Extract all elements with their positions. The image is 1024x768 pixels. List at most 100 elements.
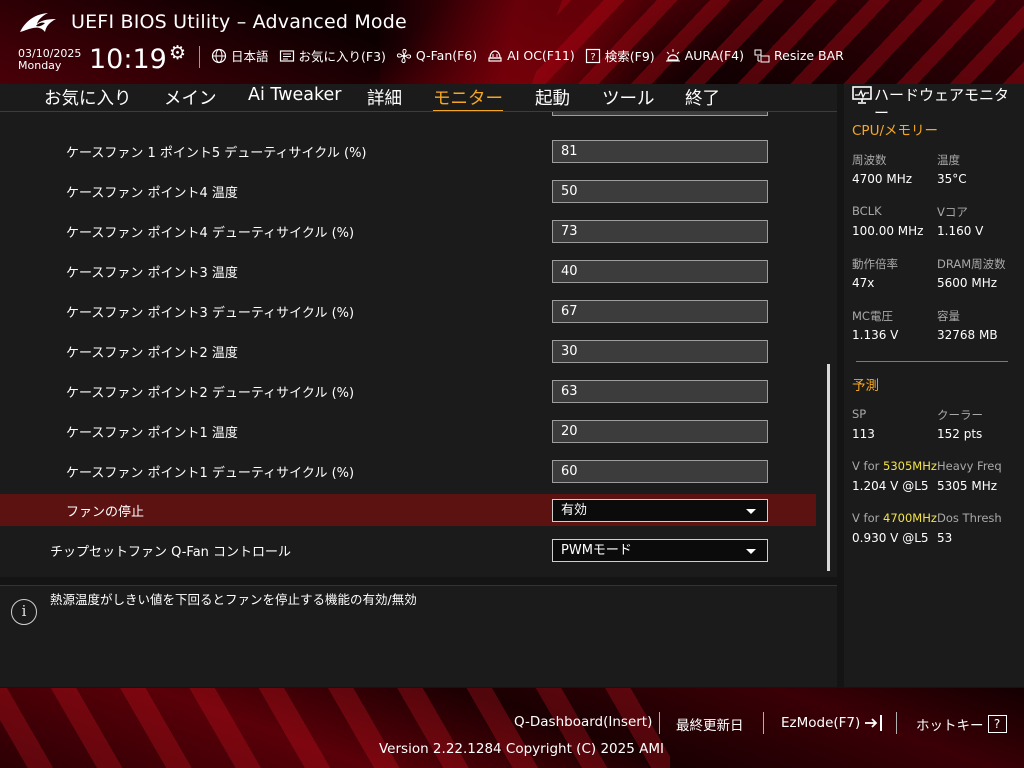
tab-favorites[interactable]: お気に入り [44,85,132,110]
setting-value-input[interactable]: 73 [552,219,768,243]
hw-value: 0.930 V @L5 [852,531,929,545]
select-value: PWMモード [561,542,632,558]
ai-oc-label: AI OC(F11) [507,48,575,63]
hw-value: 152 pts [937,427,983,441]
favorites-label: お気に入り(F3) [298,49,386,64]
tab-tool[interactable]: ツール [602,85,655,110]
hw-label: 容量 [937,309,960,323]
hotkeys-button[interactable]: ホットキー ? [916,714,1007,734]
version-text: Version 2.22.1284 Copyright (C) 2025 AMI [379,741,664,757]
hw-value: 113 [852,427,875,441]
setting-value-input[interactable]: 30 [552,339,768,363]
setting-row[interactable]: ケースファン ポイント4 デューティサイクル (%) 73 [0,215,816,247]
setting-label: ケースファン ポイント3 デューティサイクル (%) [66,305,355,321]
hw-label: Dos Thresh [937,511,1002,525]
resize-bar-icon [754,48,770,64]
exit-arrow-icon [865,715,883,731]
info-icon: i [11,599,37,625]
setting-row-fan-stop[interactable]: ファンの停止 有効 [0,494,816,526]
setting-row[interactable]: ケースファン ポイント3 デューティサイクル (%) 67 [0,295,816,327]
setting-value-input[interactable]: 67 [552,299,768,323]
setting-value-input[interactable]: 50 [552,179,768,203]
setting-value-input[interactable]: 20 [552,419,768,443]
search-icon: ? [585,48,601,64]
tab-ai-tweaker[interactable]: Ai Tweaker [248,85,341,105]
tab-exit[interactable]: 終了 [685,85,720,110]
rog-logo-icon [20,13,56,32]
tab-boot[interactable]: 起動 [535,85,570,110]
setting-row[interactable]: ケースファン 1 ポイント5 デューティサイクル (%) 81 [0,135,816,167]
clock-display: 10:19 [89,44,167,75]
setting-row[interactable]: ケースファン ポイント1 温度 20 [0,415,816,447]
tab-advanced[interactable]: 詳細 [367,85,402,110]
setting-value-input[interactable]: 40 [552,259,768,283]
ezmode-label: EzMode(F7) [781,715,861,731]
hw-label: DRAM周波数 [937,257,1006,271]
main-tabs: お気に入り メイン Ai Tweaker 詳細 モニター 起動 ツール 終了 [0,84,837,112]
hw-value: 100.00 MHz [852,224,924,238]
setting-label: ケースファン ポイント1 温度 [66,425,238,441]
settings-scrollbar[interactable] [827,364,830,571]
tab-monitor[interactable]: モニター [433,85,503,112]
hw-label: BCLK [852,204,882,218]
setting-value-input[interactable]: 81 [552,139,768,163]
footer-divider [763,712,764,734]
language-button[interactable]: 日本語 [211,46,269,65]
chipset-fan-select[interactable]: PWMモード [552,538,768,562]
hw-label-v-for-4700: V for 4700MHz [852,511,937,525]
setting-value-input[interactable]: 63 [552,379,768,403]
setting-label: ケースファン ポイント1 デューティサイクル (%) [66,465,355,481]
app-title: UEFI BIOS Utility – Advanced Mode [71,11,407,33]
fan-stop-select[interactable]: 有効 [552,498,768,522]
footer-divider [896,712,897,734]
setting-label: ケースファン ポイント4 デューティサイクル (%) [66,225,355,241]
fan-icon [396,48,412,64]
chevron-down-icon [746,548,756,554]
favorites-icon [279,48,295,64]
hw-label: Heavy Freq [937,459,1002,473]
qfan-label: Q-Fan(F6) [415,48,478,63]
settings-list: ケースファン 1 ポイント5 デューティサイクル (%) 81 ケースファン ポ… [0,112,837,577]
q-dashboard-button[interactable]: Q-Dashboard(Insert) [514,714,652,730]
hw-value: 4700 MHz [852,172,913,186]
settings-gear-icon[interactable]: ⚙ [169,42,186,64]
aura-label: AURA(F4) [684,48,745,63]
setting-label: チップセットファン Q-Fan コントロール [50,544,292,560]
ezmode-button[interactable]: EzMode(F7) [781,714,884,732]
favorites-button[interactable]: お気に入り(F3) [279,46,386,65]
aura-button[interactable]: AURA(F4) [665,48,744,64]
ai-oc-button[interactable]: AI OC(F11) [487,48,575,64]
language-label: 日本語 [231,49,269,64]
header-divider [199,46,200,68]
setting-row[interactable]: ケースファン ポイント3 温度 40 [0,255,816,287]
setting-row[interactable]: ケースファン ポイント4 温度 50 [0,175,816,207]
date-display: 03/10/2025 Monday [18,48,81,72]
setting-row[interactable]: ケースファン ポイント2 デューティサイクル (%) 63 [0,375,816,407]
setting-row[interactable]: ケースファン ポイント2 温度 30 [0,335,816,367]
header-toolbar: 日本語 お気に入り(F3) Q-Fan(F6) AI OC(F11) ? 検索(… [211,46,844,65]
setting-row[interactable]: ケースファン ポイント1 デューティサイクル (%) 60 [0,455,816,487]
setting-label: ケースファン ポイント4 温度 [66,185,238,201]
hw-label: クーラー [937,408,983,422]
search-button[interactable]: ? 検索(F9) [585,46,655,65]
setting-label: ケースファン ポイント2 温度 [66,345,238,361]
setting-row-chipset-fan[interactable]: チップセットファン Q-Fan コントロール PWMモード [0,534,816,566]
last-modified-button[interactable]: 最終更新日 [676,714,744,734]
partial-value-field[interactable] [552,112,768,116]
q-dashboard-label: Q-Dashboard(Insert) [514,714,653,730]
hw-value: 47x [852,276,875,290]
setting-label: ケースファン 1 ポイント5 デューティサイクル (%) [66,145,367,161]
tab-main[interactable]: メイン [164,85,217,110]
prediction-section-title: 予測 [852,378,879,394]
hw-value: 1.136 V [852,328,899,342]
question-key-icon: ? [987,715,1007,733]
hw-value: 35°C [937,172,967,186]
weekday-text: Monday [18,59,62,72]
setting-label: ケースファン ポイント3 温度 [66,265,238,281]
qfan-button[interactable]: Q-Fan(F6) [396,48,477,64]
setting-value-input[interactable]: 60 [552,459,768,483]
monitor-icon [852,86,872,104]
resize-bar-button[interactable]: Resize BAR [754,48,844,64]
hw-value: 1.160 V [937,224,984,238]
hotkeys-label: ホットキー [916,718,984,734]
